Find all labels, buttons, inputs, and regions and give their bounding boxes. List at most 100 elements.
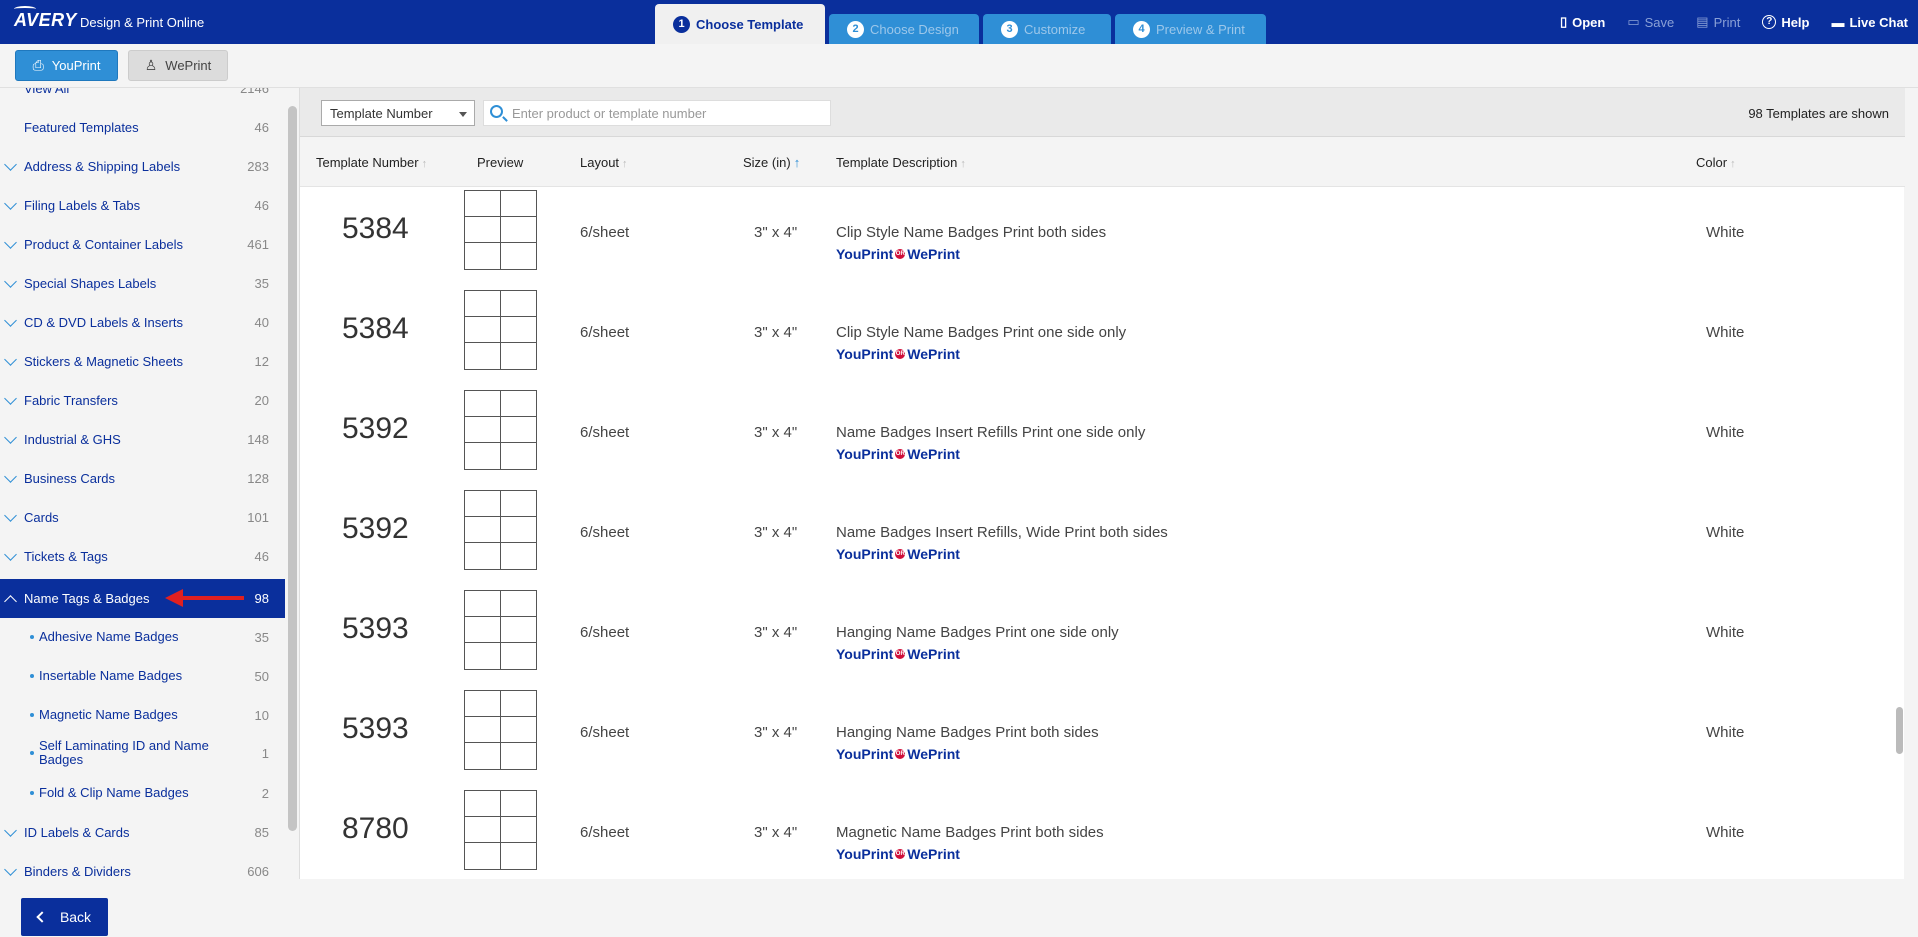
template-preview-thumbnail[interactable] — [464, 690, 537, 770]
table-row[interactable]: 5393 6/sheet 3" x 4" Hanging Name Badges… — [300, 590, 1905, 690]
sidebar-item-featured-templates[interactable]: Featured Templates 46 — [0, 108, 285, 147]
scrollbar-thumb[interactable] — [1896, 707, 1903, 754]
sidebar-item-business-cards[interactable]: Business Cards 128 — [0, 459, 285, 498]
template-preview-thumbnail[interactable] — [464, 490, 537, 570]
template-preview-thumbnail[interactable] — [464, 190, 537, 270]
printer-icon: ▤ — [1696, 14, 1709, 29]
step-customize[interactable]: 3 Customize — [983, 14, 1111, 44]
sidebar-scrollbar[interactable] — [288, 106, 297, 831]
sidebar-subitem-insertable[interactable]: Insertable Name Badges 50 — [0, 657, 285, 696]
sidebar-subitem-adhesive[interactable]: Adhesive Name Badges 35 — [0, 618, 285, 657]
column-template-number[interactable]: Template Number ↑ — [316, 155, 427, 170]
print-options-badge: YouPrint OR WePrint — [836, 646, 960, 662]
step-choose-design[interactable]: 2 Choose Design — [829, 14, 979, 44]
brand-youprint: YouPrint — [836, 846, 894, 862]
template-rows: 5384 6/sheet 3" x 4" Clip Style Name Bad… — [300, 187, 1905, 879]
sidebar-subitem-count: 1 — [261, 746, 269, 761]
print-button[interactable]: ▤ Print — [1696, 14, 1740, 30]
brand-weprint: WePrint — [907, 746, 960, 762]
table-row[interactable]: 5384 6/sheet 3" x 4" Clip Style Name Bad… — [300, 290, 1905, 390]
person-icon: ♙ — [144, 57, 158, 73]
brand-youprint: YouPrint — [836, 446, 894, 462]
live-chat-button[interactable]: ▬ Live Chat — [1831, 15, 1908, 30]
avery-logo[interactable]: AVERY — [14, 6, 77, 31]
brand-youprint: YouPrint — [836, 546, 894, 562]
template-preview-thumbnail[interactable] — [464, 390, 537, 470]
template-color: White — [1706, 524, 1745, 541]
step-choose-template[interactable]: 1 Choose Template — [655, 4, 825, 44]
sidebar-subitem-magnetic[interactable]: Magnetic Name Badges 10 — [0, 696, 285, 735]
template-layout: 6/sheet — [580, 724, 630, 741]
column-preview: Preview — [477, 155, 523, 170]
sidebar-item-industrial-ghs[interactable]: Industrial & GHS 148 — [0, 420, 285, 459]
sidebar-item-address-shipping[interactable]: Address & Shipping Labels 283 — [0, 147, 285, 186]
sidebar-item-tickets-tags[interactable]: Tickets & Tags 46 — [0, 537, 285, 576]
template-color: White — [1706, 824, 1745, 841]
step-number: 3 — [1001, 20, 1018, 38]
youprint-button[interactable]: ⎙ YouPrint — [15, 50, 118, 81]
template-preview-thumbnail[interactable] — [464, 590, 537, 670]
template-preview-thumbnail[interactable] — [464, 790, 537, 870]
help-button[interactable]: ? Help — [1762, 15, 1809, 30]
sidebar-subitem-self-laminating[interactable]: Self Laminating ID and Name Badges 1 — [0, 734, 285, 773]
template-number: 8780 — [342, 812, 409, 845]
sidebar-item-cd-dvd[interactable]: CD & DVD Labels & Inserts 40 — [0, 303, 285, 342]
app-name: Design & Print Online — [80, 15, 205, 30]
sort-arrow-icon: ↑ — [960, 158, 966, 170]
step-preview-print[interactable]: 4 Preview & Print — [1115, 14, 1266, 44]
sidebar-item-binders-dividers[interactable]: Binders & Dividers 606 — [0, 852, 285, 879]
back-label: Back — [59, 909, 92, 925]
template-list-scrollbar[interactable] — [1894, 187, 1904, 879]
printer-icon: ⎙ — [32, 57, 44, 73]
chevron-down-icon — [4, 158, 17, 171]
brand-or-icon: OR — [895, 549, 906, 559]
weprint-label: WePrint — [165, 58, 212, 73]
column-size[interactable]: Size (in) ↑ — [743, 155, 800, 170]
table-row[interactable]: 5392 6/sheet 3" x 4" Name Badges Insert … — [300, 390, 1905, 490]
chevron-down-icon — [4, 431, 17, 444]
sidebar-item-product-container[interactable]: Product & Container Labels 461 — [0, 225, 285, 264]
save-button[interactable]: ▭ Save — [1627, 14, 1674, 30]
sidebar-item-cards[interactable]: Cards 101 — [0, 498, 285, 537]
bullet-icon — [30, 751, 34, 755]
sidebar-subitem-count: 10 — [254, 708, 269, 723]
sidebar-item-count: 128 — [247, 471, 269, 486]
column-label: Size (in) — [743, 155, 791, 170]
table-row[interactable]: 8780 6/sheet 3" x 4" Magnetic Name Badge… — [300, 790, 1905, 879]
chevron-down-icon — [4, 863, 17, 876]
sidebar-item-label: Tickets & Tags — [24, 549, 108, 564]
sidebar-item-id-labels-cards[interactable]: ID Labels & Cards 85 — [0, 813, 285, 852]
search-box — [483, 100, 831, 126]
sidebar-item-view-all[interactable]: View All 2146 — [0, 88, 285, 108]
top-actions: ▯ Open ▭ Save ▤ Print ? Help ▬ Live Chat — [1538, 0, 1908, 44]
column-color[interactable]: Color ↑ — [1696, 155, 1736, 170]
sidebar-item-fabric-transfers[interactable]: Fabric Transfers 20 — [0, 381, 285, 420]
weprint-button[interactable]: ♙ WePrint — [128, 50, 228, 81]
column-layout[interactable]: Layout ↑ — [580, 155, 628, 170]
template-preview-thumbnail[interactable] — [464, 290, 537, 370]
sidebar-item-special-shapes[interactable]: Special Shapes Labels 35 — [0, 264, 285, 303]
column-description[interactable]: Template Description ↑ — [836, 155, 966, 170]
sidebar-subitem-fold-clip[interactable]: Fold & Clip Name Badges 2 — [0, 774, 285, 813]
sidebar-item-count: 101 — [247, 510, 269, 525]
sidebar-item-count: 35 — [254, 276, 269, 291]
sidebar-item-filing-labels[interactable]: Filing Labels & Tabs 46 — [0, 186, 285, 225]
template-number: 5392 — [342, 412, 409, 445]
template-size: 3" x 4" — [754, 224, 798, 241]
table-row[interactable]: 5384 6/sheet 3" x 4" Clip Style Name Bad… — [300, 190, 1905, 290]
sidebar-subitem-label: Fold & Clip Name Badges — [39, 785, 189, 800]
template-description: Name Badges Insert Refills, Wide Print b… — [836, 524, 1168, 541]
template-layout: 6/sheet — [580, 424, 630, 441]
sidebar-item-label: Filing Labels & Tabs — [24, 198, 141, 213]
print-options-badge: YouPrint OR WePrint — [836, 846, 960, 862]
step-label: Customize — [1024, 21, 1086, 37]
back-button[interactable]: Back — [21, 898, 108, 936]
search-type-select[interactable]: Template Number — [321, 100, 475, 126]
search-input[interactable] — [512, 104, 822, 122]
sidebar-item-stickers-magnetic[interactable]: Stickers & Magnetic Sheets 12 — [0, 342, 285, 381]
template-description: Hanging Name Badges Print both sides — [836, 724, 1099, 741]
template-color: White — [1706, 224, 1745, 241]
table-row[interactable]: 5392 6/sheet 3" x 4" Name Badges Insert … — [300, 490, 1905, 590]
table-row[interactable]: 5393 6/sheet 3" x 4" Hanging Name Badges… — [300, 690, 1905, 790]
open-button[interactable]: ▯ Open — [1560, 14, 1605, 30]
